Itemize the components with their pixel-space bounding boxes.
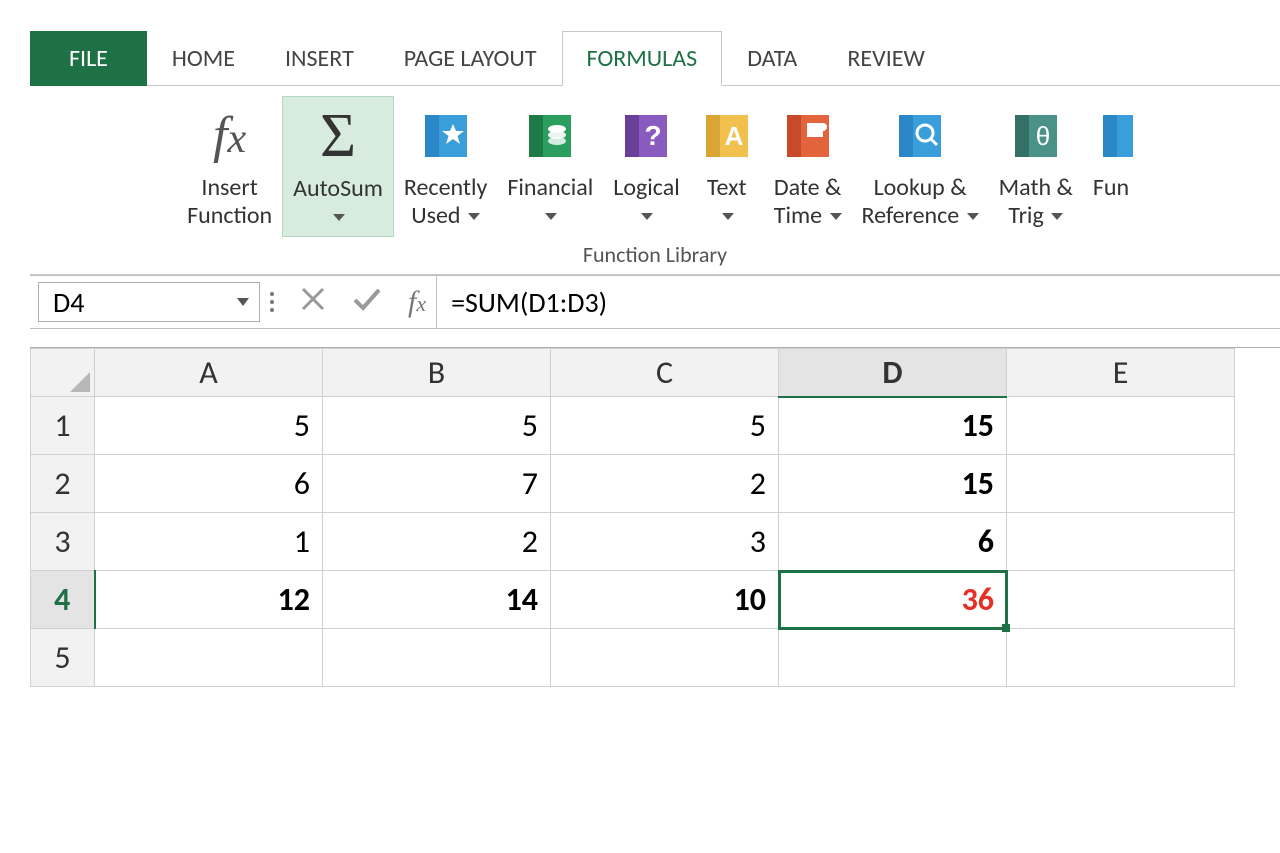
chevron-down-icon xyxy=(237,298,249,306)
tab-insert[interactable]: INSERT xyxy=(260,31,379,86)
svg-text:θ: θ xyxy=(1036,121,1050,151)
search-book-icon xyxy=(893,102,947,170)
cell[interactable]: 5 xyxy=(551,397,779,455)
cell[interactable] xyxy=(1007,629,1235,687)
formula-input[interactable]: =SUM(D1:D3) xyxy=(436,276,1280,328)
cancel-formula-button[interactable] xyxy=(300,284,326,321)
lookup-reference-button[interactable]: Lookup & Reference xyxy=(852,96,989,237)
more-functions-label: Fun xyxy=(1093,174,1129,202)
recently-used-label: Recently Used xyxy=(404,174,487,229)
cell[interactable]: 7 xyxy=(323,455,551,513)
row-header[interactable]: 4 xyxy=(31,571,95,629)
cell[interactable]: 15 xyxy=(779,397,1007,455)
cell[interactable]: 14 xyxy=(323,571,551,629)
column-header[interactable]: C xyxy=(551,349,779,397)
row-header[interactable]: 5 xyxy=(31,629,95,687)
ribbon-group-function-library: fx Insert Function Σ AutoSum R xyxy=(38,96,1272,270)
cell[interactable]: 15 xyxy=(779,455,1007,513)
column-header[interactable]: A xyxy=(95,349,323,397)
enter-formula-button[interactable] xyxy=(352,284,382,321)
formula-value: =SUM(D1:D3) xyxy=(451,285,607,320)
tab-review[interactable]: REVIEW xyxy=(822,31,949,86)
date-time-button[interactable]: Date & Time xyxy=(764,96,852,237)
insert-function-button[interactable]: fx Insert Function xyxy=(177,96,282,237)
ribbon-tabs: FILE HOME INSERT PAGE LAYOUT FORMULAS DA… xyxy=(30,32,1280,86)
cell[interactable]: 5 xyxy=(95,397,323,455)
ribbon-group-title: Function Library xyxy=(583,241,727,268)
cell[interactable]: 1 xyxy=(95,513,323,571)
theta-book-icon: θ xyxy=(1009,102,1063,170)
tab-formulas[interactable]: FORMULAS xyxy=(562,31,723,86)
cell[interactable] xyxy=(95,629,323,687)
cell[interactable]: 36 xyxy=(779,571,1007,629)
lookup-reference-label: Lookup & Reference xyxy=(862,174,979,229)
ribbon: fx Insert Function Σ AutoSum R xyxy=(30,85,1280,275)
autosum-button[interactable]: Σ AutoSum xyxy=(282,96,394,237)
cell[interactable] xyxy=(1007,455,1235,513)
tab-file[interactable]: FILE xyxy=(30,31,147,86)
cell[interactable] xyxy=(1007,513,1235,571)
column-header[interactable]: D xyxy=(779,349,1007,397)
spreadsheet-grid: ABCDE155515267215312364121410365 xyxy=(30,347,1280,687)
check-icon xyxy=(352,286,382,312)
cell[interactable]: 2 xyxy=(323,513,551,571)
math-trig-button[interactable]: θ Math & Trig xyxy=(989,96,1083,237)
insert-function-label: Insert Function xyxy=(187,174,272,229)
logical-button[interactable]: ? Logical xyxy=(603,96,690,237)
cell[interactable] xyxy=(779,629,1007,687)
formula-bar-more-icon[interactable] xyxy=(270,292,274,312)
cell[interactable] xyxy=(323,629,551,687)
more-functions-button[interactable]: Fun xyxy=(1083,96,1133,237)
logical-label: Logical xyxy=(613,174,680,229)
cell[interactable] xyxy=(1007,571,1235,629)
tab-page-layout[interactable]: PAGE LAYOUT xyxy=(379,31,562,86)
cell[interactable]: 5 xyxy=(323,397,551,455)
cell[interactable]: 10 xyxy=(551,571,779,629)
cell[interactable]: 2 xyxy=(551,455,779,513)
row-header[interactable]: 2 xyxy=(31,455,95,513)
date-time-label: Date & Time xyxy=(774,174,842,229)
cell[interactable]: 6 xyxy=(779,513,1007,571)
svg-text:A: A xyxy=(724,121,743,151)
row-header[interactable]: 1 xyxy=(31,397,95,455)
x-icon xyxy=(300,286,326,312)
text-label: Text xyxy=(707,174,747,229)
star-book-icon xyxy=(419,102,473,170)
sigma-icon: Σ xyxy=(320,103,356,171)
question-book-icon: ? xyxy=(619,102,673,170)
text-button[interactable]: A Text xyxy=(690,96,764,237)
cell[interactable] xyxy=(1007,397,1235,455)
financial-label: Financial xyxy=(507,174,593,229)
coins-book-icon xyxy=(523,102,577,170)
financial-button[interactable]: Financial xyxy=(497,96,603,237)
svg-text:?: ? xyxy=(645,120,662,151)
name-box[interactable]: D4 xyxy=(38,282,260,322)
cell[interactable]: 6 xyxy=(95,455,323,513)
cell[interactable]: 12 xyxy=(95,571,323,629)
recently-used-button[interactable]: Recently Used xyxy=(394,96,497,237)
math-trig-label: Math & Trig xyxy=(999,174,1073,229)
fx-icon: fx xyxy=(213,102,246,170)
name-box-value: D4 xyxy=(53,285,84,320)
more-functions-icon xyxy=(1093,102,1133,170)
row-header[interactable]: 3 xyxy=(31,513,95,571)
column-header[interactable]: E xyxy=(1007,349,1235,397)
tab-data[interactable]: DATA xyxy=(722,31,822,86)
column-header[interactable]: B xyxy=(323,349,551,397)
tab-home[interactable]: HOME xyxy=(147,31,260,86)
insert-function-fx-button[interactable]: fx xyxy=(408,285,426,319)
cell[interactable] xyxy=(551,629,779,687)
autosum-label: AutoSum xyxy=(293,175,383,230)
calendar-book-icon xyxy=(781,102,835,170)
formula-bar: D4 fx =SUM(D1:D3) xyxy=(30,275,1280,329)
cell[interactable]: 3 xyxy=(551,513,779,571)
letter-a-book-icon: A xyxy=(700,102,754,170)
select-all-corner[interactable] xyxy=(31,349,95,397)
